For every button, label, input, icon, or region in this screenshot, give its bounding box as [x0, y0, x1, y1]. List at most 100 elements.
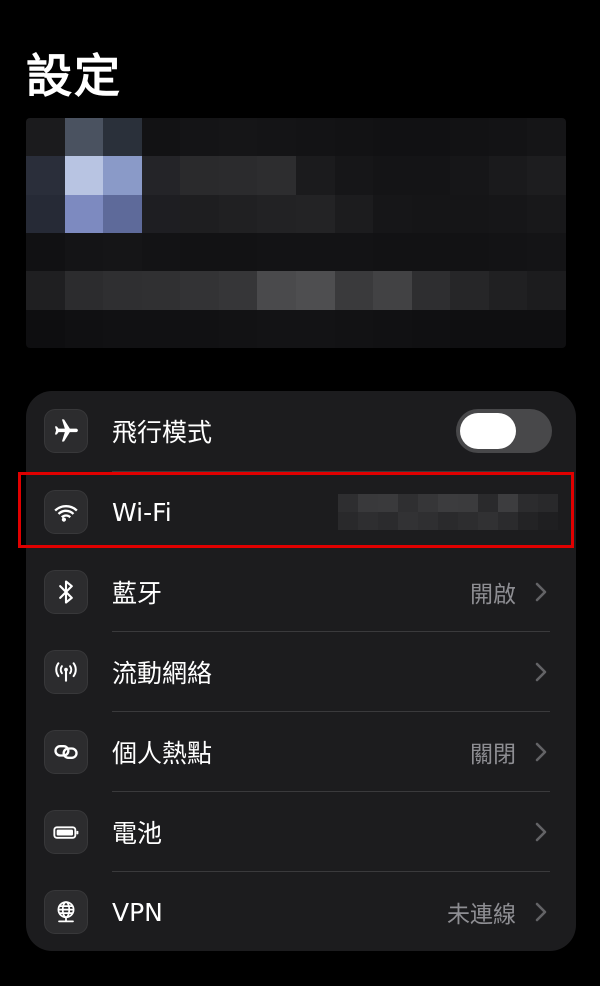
redacted-pixel [103, 156, 142, 195]
settings-row-bluetooth[interactable]: 藍牙 開啟 [26, 552, 576, 632]
redacted-pixel [296, 232, 335, 272]
redacted-pixel [257, 194, 296, 233]
redacted-pixel [373, 194, 412, 233]
bluetooth-value: 開啟 [470, 582, 516, 608]
redacted-pixel [296, 156, 335, 195]
redacted-pixel [373, 232, 412, 272]
redacted-pixel [411, 309, 451, 348]
redacted-pixel [103, 118, 142, 157]
redacted-pixel [103, 194, 142, 233]
settings-row-battery[interactable]: 電池 [26, 792, 576, 872]
redacted-pixel [527, 232, 566, 272]
redacted-pixel [527, 156, 566, 195]
redacted-pixel [488, 156, 528, 195]
redacted-pixel [141, 232, 181, 272]
redacted-pixel [488, 118, 528, 157]
redacted-pixel [488, 309, 528, 348]
redacted-pixel [334, 271, 374, 310]
redacted-pixel [296, 271, 335, 310]
page-title: 設定 [26, 49, 122, 103]
vpn-label: VPN [112, 897, 163, 927]
redacted-pixel [450, 271, 489, 310]
redacted-pixel [334, 156, 374, 195]
redacted-pixel [488, 271, 528, 310]
redacted-pixel [103, 309, 142, 348]
hotspot-label: 個人熱點 [112, 739, 213, 768]
hotspot-icon [44, 730, 88, 774]
redacted-pixel [141, 194, 181, 233]
redacted-pixel [411, 118, 451, 157]
redacted-pixel [527, 309, 566, 348]
redacted-pixel [141, 309, 181, 348]
redacted-pixel [64, 194, 104, 233]
redacted-pixel [373, 118, 412, 157]
toggle-knob [460, 413, 516, 449]
redacted-pixel [218, 194, 258, 233]
settings-row-cellular[interactable]: 流動網絡 [26, 632, 576, 712]
redacted-pixel [296, 309, 335, 348]
redacted-pixel [180, 118, 219, 157]
redacted-pixel [488, 232, 528, 272]
redacted-pixel [411, 232, 451, 272]
redacted-pixel [64, 271, 104, 310]
redacted-pixel [373, 309, 412, 348]
redacted-pixel [257, 309, 296, 348]
redacted-pixel [26, 118, 65, 157]
redacted-pixel [26, 309, 65, 348]
battery-label: 電池 [112, 819, 163, 848]
redacted-pixel [64, 232, 104, 272]
redacted-pixel [26, 156, 65, 195]
redacted-pixel [334, 118, 374, 157]
redacted-pixel [527, 194, 566, 233]
redacted-pixel [180, 232, 219, 272]
redacted-pixel [141, 118, 181, 157]
redacted-pixel [257, 118, 296, 157]
redacted-pixel [180, 271, 219, 310]
redacted-pixel [527, 271, 566, 310]
redacted-pixel [180, 194, 219, 233]
redacted-pixel [450, 232, 489, 272]
battery-icon [44, 810, 88, 854]
redacted-pixel [257, 232, 296, 272]
chevron-right-icon [535, 742, 547, 762]
redacted-pixel [450, 156, 489, 195]
redacted-pixel [334, 309, 374, 348]
profile-redacted[interactable] [26, 118, 566, 348]
vpn-value: 未連線 [447, 902, 516, 928]
redacted-pixel [411, 156, 451, 195]
redacted-pixel [218, 156, 258, 195]
redacted-pixel [26, 232, 65, 272]
chevron-right-icon [535, 662, 547, 682]
redacted-pixel [296, 118, 335, 157]
redacted-pixel [141, 156, 181, 195]
redacted-pixel [296, 194, 335, 233]
redacted-pixel [488, 194, 528, 233]
redacted-pixel [103, 232, 142, 272]
redacted-pixel [64, 156, 104, 195]
redacted-pixel [64, 118, 104, 157]
redacted-pixel [411, 194, 451, 233]
redacted-pixel [218, 118, 258, 157]
settings-row-vpn[interactable]: VPN 未連線 [26, 872, 576, 951]
bluetooth-label: 藍牙 [112, 579, 163, 608]
wifi-highlight-box [18, 472, 574, 548]
chevron-right-icon [535, 902, 547, 922]
redacted-pixel [450, 194, 489, 233]
redacted-pixel [218, 232, 258, 272]
redacted-pixel [450, 309, 489, 348]
redacted-pixel [103, 271, 142, 310]
hotspot-value: 關閉 [470, 742, 516, 768]
settings-row-hotspot[interactable]: 個人熱點 關閉 [26, 712, 576, 792]
redacted-pixel [411, 271, 451, 310]
airplane-toggle[interactable] [456, 409, 552, 453]
redacted-pixel [26, 194, 65, 233]
cellular-label: 流動網絡 [112, 659, 213, 688]
redacted-pixel [450, 118, 489, 157]
vpn-icon [44, 890, 88, 934]
redacted-pixel [373, 271, 412, 310]
airplane-label: 飛行模式 [112, 418, 213, 447]
redacted-pixel [257, 156, 296, 195]
redacted-pixel [64, 309, 104, 348]
redacted-pixel [527, 118, 566, 157]
redacted-pixel [180, 309, 219, 348]
